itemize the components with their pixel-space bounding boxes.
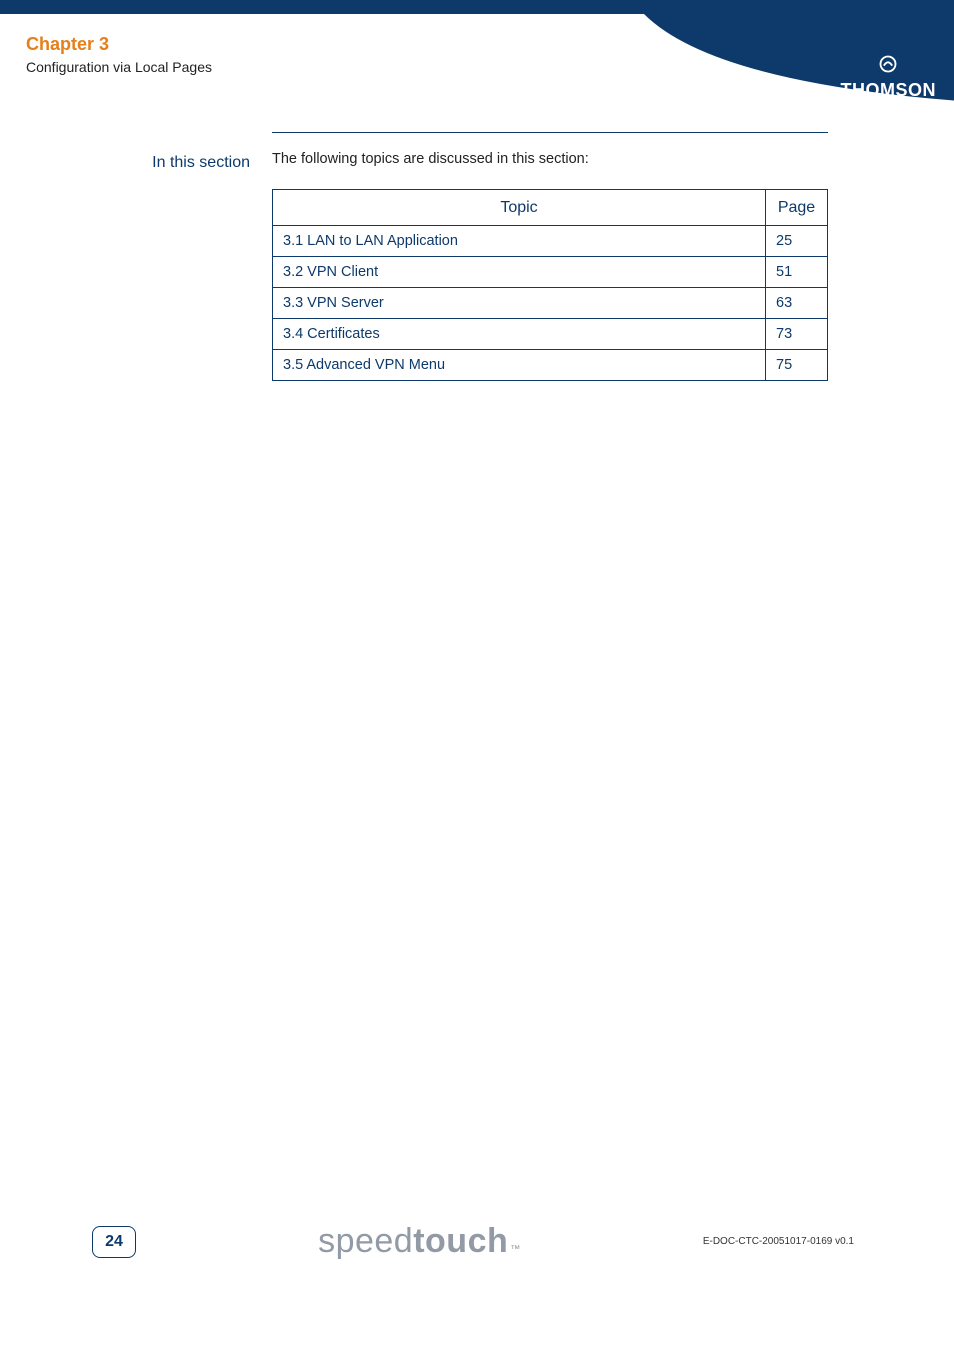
footer-logo: speedtouch™ — [318, 1222, 521, 1261]
chapter-subtitle: Configuration via Local Pages — [26, 59, 954, 75]
page-cell[interactable]: 63 — [766, 288, 828, 319]
table-row: 3.3 VPN Server 63 — [273, 288, 828, 319]
logo-part-bold: touch — [413, 1222, 508, 1261]
content-area: In this section The following topics are… — [0, 132, 954, 381]
logo-part-light: speed — [318, 1222, 413, 1261]
page-number-badge: 24 — [92, 1226, 136, 1258]
page-header: Chapter 3 Configuration via Local Pages … — [0, 14, 954, 100]
page-number: 24 — [105, 1233, 123, 1251]
table-header-topic: Topic — [273, 190, 766, 226]
table-row: 3.4 Certificates 73 — [273, 319, 828, 350]
topics-table: Topic Page 3.1 LAN to LAN Application 25… — [272, 189, 828, 381]
page-cell[interactable]: 51 — [766, 257, 828, 288]
document-id: E-DOC-CTC-20051017-0169 v0.1 — [703, 1236, 854, 1247]
topic-cell[interactable]: 3.1 LAN to LAN Application — [273, 226, 766, 257]
table-row: 3.2 VPN Client 51 — [273, 257, 828, 288]
page-cell[interactable]: 25 — [766, 226, 828, 257]
topic-cell[interactable]: 3.4 Certificates — [273, 319, 766, 350]
chapter-title: Chapter 3 — [26, 34, 954, 55]
section-intro: The following topics are discussed in th… — [272, 151, 828, 167]
top-bar — [0, 0, 954, 14]
topic-cell[interactable]: 3.5 Advanced VPN Menu — [273, 350, 766, 381]
page-cell[interactable]: 73 — [766, 319, 828, 350]
logo-tm: ™ — [510, 1244, 521, 1255]
page-cell[interactable]: 75 — [766, 350, 828, 381]
topic-cell[interactable]: 3.3 VPN Server — [273, 288, 766, 319]
table-row: 3.1 LAN to LAN Application 25 — [273, 226, 828, 257]
section-side-label: In this section — [0, 132, 272, 172]
table-header-page: Page — [766, 190, 828, 226]
table-header-row: Topic Page — [273, 190, 828, 226]
topic-cell[interactable]: 3.2 VPN Client — [273, 257, 766, 288]
section-divider — [272, 132, 828, 133]
page-footer: 24 speedtouch™ E-DOC-CTC-20051017-0169 v… — [0, 1222, 954, 1261]
section-main: The following topics are discussed in th… — [272, 132, 828, 381]
table-row: 3.5 Advanced VPN Menu 75 — [273, 350, 828, 381]
brand-name: THOMSON — [841, 80, 937, 101]
